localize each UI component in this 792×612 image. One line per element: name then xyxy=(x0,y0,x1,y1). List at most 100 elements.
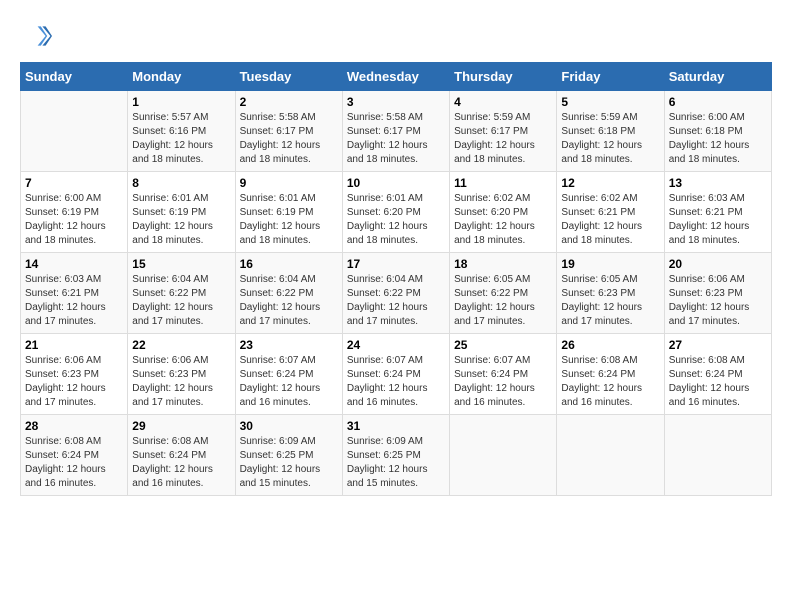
day-number: 25 xyxy=(454,338,552,352)
day-number: 12 xyxy=(561,176,659,190)
day-number: 7 xyxy=(25,176,123,190)
day-number: 23 xyxy=(240,338,338,352)
calendar-cell: 5 Sunrise: 5:59 AMSunset: 6:18 PMDaylight… xyxy=(557,91,664,172)
day-info: Sunrise: 6:01 AMSunset: 6:19 PMDaylight:… xyxy=(132,192,230,248)
day-info: Sunrise: 6:08 AMSunset: 6:24 PMDaylight:… xyxy=(561,354,659,410)
calendar-cell: 10 Sunrise: 6:01 AMSunset: 6:20 PMDayligh… xyxy=(342,172,449,253)
calendar-cell: 4 Sunrise: 5:59 AMSunset: 6:17 PMDaylight… xyxy=(450,91,557,172)
day-number: 6 xyxy=(669,95,767,109)
day-number: 31 xyxy=(347,419,445,433)
day-info: Sunrise: 5:57 AMSunset: 6:16 PMDaylight:… xyxy=(132,111,230,167)
day-info: Sunrise: 6:07 AMSunset: 6:24 PMDaylight:… xyxy=(454,354,552,410)
day-number: 29 xyxy=(132,419,230,433)
day-info: Sunrise: 5:58 AMSunset: 6:17 PMDaylight:… xyxy=(347,111,445,167)
calendar-cell: 21 Sunrise: 6:06 AMSunset: 6:23 PMDayligh… xyxy=(21,334,128,415)
day-header-wednesday: Wednesday xyxy=(342,63,449,91)
day-info: Sunrise: 5:58 AMSunset: 6:17 PMDaylight:… xyxy=(240,111,338,167)
calendar-cell: 14 Sunrise: 6:03 AMSunset: 6:21 PMDayligh… xyxy=(21,253,128,334)
day-info: Sunrise: 6:03 AMSunset: 6:21 PMDaylight:… xyxy=(669,192,767,248)
calendar-cell: 12 Sunrise: 6:02 AMSunset: 6:21 PMDayligh… xyxy=(557,172,664,253)
day-header-sunday: Sunday xyxy=(21,63,128,91)
day-info: Sunrise: 5:59 AMSunset: 6:18 PMDaylight:… xyxy=(561,111,659,167)
calendar-cell: 22 Sunrise: 6:06 AMSunset: 6:23 PMDayligh… xyxy=(128,334,235,415)
day-info: Sunrise: 6:00 AMSunset: 6:18 PMDaylight:… xyxy=(669,111,767,167)
day-info: Sunrise: 6:03 AMSunset: 6:21 PMDaylight:… xyxy=(25,273,123,329)
day-number: 11 xyxy=(454,176,552,190)
day-number: 28 xyxy=(25,419,123,433)
day-info: Sunrise: 6:08 AMSunset: 6:24 PMDaylight:… xyxy=(132,435,230,491)
day-number: 4 xyxy=(454,95,552,109)
calendar-cell xyxy=(664,415,771,496)
calendar-cell: 23 Sunrise: 6:07 AMSunset: 6:24 PMDayligh… xyxy=(235,334,342,415)
day-number: 30 xyxy=(240,419,338,433)
day-header-monday: Monday xyxy=(128,63,235,91)
day-number: 1 xyxy=(132,95,230,109)
calendar-cell: 28 Sunrise: 6:08 AMSunset: 6:24 PMDayligh… xyxy=(21,415,128,496)
day-info: Sunrise: 6:07 AMSunset: 6:24 PMDaylight:… xyxy=(240,354,338,410)
calendar-cell: 6 Sunrise: 6:00 AMSunset: 6:18 PMDaylight… xyxy=(664,91,771,172)
day-number: 18 xyxy=(454,257,552,271)
day-info: Sunrise: 5:59 AMSunset: 6:17 PMDaylight:… xyxy=(454,111,552,167)
calendar-cell xyxy=(21,91,128,172)
day-info: Sunrise: 6:06 AMSunset: 6:23 PMDaylight:… xyxy=(669,273,767,329)
day-number: 2 xyxy=(240,95,338,109)
calendar-cell: 3 Sunrise: 5:58 AMSunset: 6:17 PMDaylight… xyxy=(342,91,449,172)
day-info: Sunrise: 6:04 AMSunset: 6:22 PMDaylight:… xyxy=(132,273,230,329)
day-number: 5 xyxy=(561,95,659,109)
day-number: 16 xyxy=(240,257,338,271)
day-number: 26 xyxy=(561,338,659,352)
day-info: Sunrise: 6:04 AMSunset: 6:22 PMDaylight:… xyxy=(347,273,445,329)
day-info: Sunrise: 6:04 AMSunset: 6:22 PMDaylight:… xyxy=(240,273,338,329)
calendar-week-3: 14 Sunrise: 6:03 AMSunset: 6:21 PMDayligh… xyxy=(21,253,772,334)
day-number: 21 xyxy=(25,338,123,352)
day-header-saturday: Saturday xyxy=(664,63,771,91)
day-info: Sunrise: 6:06 AMSunset: 6:23 PMDaylight:… xyxy=(25,354,123,410)
calendar-cell: 8Sunrise: 6:01 AMSunset: 6:19 PMDaylight… xyxy=(128,172,235,253)
day-info: Sunrise: 6:08 AMSunset: 6:24 PMDaylight:… xyxy=(669,354,767,410)
calendar-cell: 13Sunrise: 6:03 AMSunset: 6:21 PMDayligh… xyxy=(664,172,771,253)
day-info: Sunrise: 6:07 AMSunset: 6:24 PMDaylight:… xyxy=(347,354,445,410)
day-header-friday: Friday xyxy=(557,63,664,91)
calendar-cell: 24Sunrise: 6:07 AMSunset: 6:24 PMDayligh… xyxy=(342,334,449,415)
day-number: 15 xyxy=(132,257,230,271)
day-number: 22 xyxy=(132,338,230,352)
calendar-cell: 30Sunrise: 6:09 AMSunset: 6:25 PMDayligh… xyxy=(235,415,342,496)
day-number: 17 xyxy=(347,257,445,271)
logo-icon xyxy=(20,20,52,52)
day-info: Sunrise: 6:02 AMSunset: 6:21 PMDaylight:… xyxy=(561,192,659,248)
day-info: Sunrise: 6:00 AMSunset: 6:19 PMDaylight:… xyxy=(25,192,123,248)
day-number: 10 xyxy=(347,176,445,190)
calendar-cell: 17 Sunrise: 6:04 AMSunset: 6:22 PMDayligh… xyxy=(342,253,449,334)
header-row: SundayMondayTuesdayWednesdayThursdayFrid… xyxy=(21,63,772,91)
calendar-cell: 27 Sunrise: 6:08 AMSunset: 6:24 PMDayligh… xyxy=(664,334,771,415)
page-header xyxy=(20,20,772,52)
calendar-cell: 15 Sunrise: 6:04 AMSunset: 6:22 PMDayligh… xyxy=(128,253,235,334)
calendar-table: SundayMondayTuesdayWednesdayThursdayFrid… xyxy=(20,62,772,496)
calendar-cell: 18Sunrise: 6:05 AMSunset: 6:22 PMDayligh… xyxy=(450,253,557,334)
day-number: 9 xyxy=(240,176,338,190)
day-info: Sunrise: 6:01 AMSunset: 6:20 PMDaylight:… xyxy=(347,192,445,248)
calendar-cell: 9Sunrise: 6:01 AMSunset: 6:19 PMDaylight… xyxy=(235,172,342,253)
day-number: 3 xyxy=(347,95,445,109)
day-info: Sunrise: 6:02 AMSunset: 6:20 PMDaylight:… xyxy=(454,192,552,248)
calendar-cell: 20 Sunrise: 6:06 AMSunset: 6:23 PMDayligh… xyxy=(664,253,771,334)
calendar-cell: 16 Sunrise: 6:04 AMSunset: 6:22 PMDayligh… xyxy=(235,253,342,334)
calendar-week-5: 28 Sunrise: 6:08 AMSunset: 6:24 PMDayligh… xyxy=(21,415,772,496)
logo xyxy=(20,20,56,52)
calendar-cell: 11 Sunrise: 6:02 AMSunset: 6:20 PMDayligh… xyxy=(450,172,557,253)
calendar-cell: 25 Sunrise: 6:07 AMSunset: 6:24 PMDayligh… xyxy=(450,334,557,415)
day-info: Sunrise: 6:06 AMSunset: 6:23 PMDaylight:… xyxy=(132,354,230,410)
calendar-week-1: 1 Sunrise: 5:57 AMSunset: 6:16 PMDaylight… xyxy=(21,91,772,172)
day-header-thursday: Thursday xyxy=(450,63,557,91)
calendar-cell xyxy=(450,415,557,496)
day-number: 27 xyxy=(669,338,767,352)
day-number: 14 xyxy=(25,257,123,271)
day-info: Sunrise: 6:09 AMSunset: 6:25 PMDaylight:… xyxy=(347,435,445,491)
calendar-cell: 26 Sunrise: 6:08 AMSunset: 6:24 PMDayligh… xyxy=(557,334,664,415)
calendar-cell: 1 Sunrise: 5:57 AMSunset: 6:16 PMDaylight… xyxy=(128,91,235,172)
day-number: 20 xyxy=(669,257,767,271)
day-info: Sunrise: 6:08 AMSunset: 6:24 PMDaylight:… xyxy=(25,435,123,491)
calendar-cell: 29 Sunrise: 6:08 AMSunset: 6:24 PMDayligh… xyxy=(128,415,235,496)
calendar-week-2: 7 Sunrise: 6:00 AMSunset: 6:19 PMDaylight… xyxy=(21,172,772,253)
calendar-cell: 7 Sunrise: 6:00 AMSunset: 6:19 PMDaylight… xyxy=(21,172,128,253)
